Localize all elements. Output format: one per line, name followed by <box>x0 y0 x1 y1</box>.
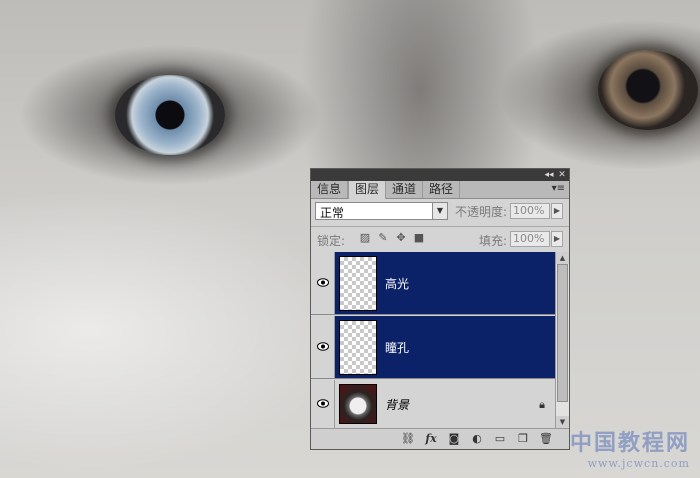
eye-icon[interactable] <box>317 399 329 408</box>
lock-brush-icon[interactable]: ✎ <box>377 232 389 244</box>
chevron-down-icon[interactable]: ▼ <box>432 203 447 219</box>
watermark: 中国教程网 www.jcwcn.com <box>570 425 690 470</box>
lock-label: 锁定: <box>317 234 346 248</box>
trash-icon[interactable]: 🗑︎ <box>539 432 553 446</box>
layer-list: 高光 瞳孔 背景 🔒︎ <box>311 252 569 428</box>
collapse-icon[interactable]: ◂◂ <box>543 169 555 181</box>
adjustment-icon[interactable]: ◐ <box>470 432 484 446</box>
lock-options: ▨ ✎ ✥ ■ <box>359 232 425 244</box>
left-eye <box>115 75 225 155</box>
right-eye <box>598 50 698 130</box>
link-icon[interactable]: ⛓︎ <box>401 432 415 446</box>
scroll-down-icon[interactable]: ▼ <box>556 416 569 428</box>
tab-channels[interactable]: 通道 <box>386 181 424 198</box>
layer-list-scrollbar[interactable]: ▲ ▼ <box>555 252 569 428</box>
panel-titlebar[interactable]: ◂◂ ✕ <box>311 169 569 181</box>
layer-row-pupil[interactable]: 瞳孔 <box>311 316 555 379</box>
lock-all-icon[interactable]: ■ <box>413 232 425 244</box>
layer-thumbnail <box>339 384 377 424</box>
fill-label: 填充: <box>479 234 508 248</box>
layer-name[interactable]: 高光 <box>385 275 409 292</box>
scroll-thumb[interactable] <box>557 264 568 402</box>
mask-icon[interactable]: ◙ <box>447 432 461 446</box>
tab-layers[interactable]: 图层 <box>348 181 387 199</box>
panel-menu-icon[interactable]: ▾≡ <box>552 183 565 194</box>
lock-transparency-icon[interactable]: ▨ <box>359 232 371 244</box>
panel-bottom-toolbar: ⛓︎ fx ◙ ◐ ▭ ❐ 🗑︎ <box>311 428 569 449</box>
eye-icon[interactable] <box>317 342 329 351</box>
opacity-slider-arrow-icon[interactable]: ▶ <box>551 203 563 219</box>
watermark-text: 中国教程网 <box>569 430 690 456</box>
scroll-up-icon[interactable]: ▲ <box>556 252 569 264</box>
lock-move-icon[interactable]: ✥ <box>395 232 407 244</box>
panel-tabs: 信息 图层 通道 路径 ▾≡ <box>311 181 569 199</box>
layer-thumbnail <box>339 320 377 375</box>
visibility-toggle[interactable] <box>311 316 335 378</box>
opacity-input[interactable]: 100% <box>510 203 550 219</box>
layer-row-background[interactable]: 背景 🔒︎ <box>311 380 555 428</box>
opacity-label: 不透明度: <box>455 205 508 219</box>
new-layer-icon[interactable]: ❐ <box>516 432 530 446</box>
layer-name[interactable]: 背景 <box>385 396 409 413</box>
fill-input[interactable]: 100% <box>510 231 550 247</box>
layer-row-highlight[interactable]: 高光 <box>311 252 555 315</box>
tab-info[interactable]: 信息 <box>311 181 349 198</box>
lock-icon: 🔒︎ <box>539 398 545 411</box>
visibility-toggle[interactable] <box>311 252 335 314</box>
divider <box>311 226 569 227</box>
fill-slider-arrow-icon[interactable]: ▶ <box>551 231 563 247</box>
blend-mode-value: 正常 <box>320 206 345 220</box>
folder-icon[interactable]: ▭ <box>493 432 507 446</box>
layer-name[interactable]: 瞳孔 <box>385 339 409 356</box>
layers-panel: ◂◂ ✕ 信息 图层 通道 路径 ▾≡ 正常 ▼ 不透明度: 100% ▶ 锁定… <box>310 168 570 450</box>
eye-icon[interactable] <box>317 278 329 287</box>
close-icon[interactable]: ✕ <box>556 169 568 181</box>
watermark-url: www.jcwcn.com <box>587 457 690 470</box>
visibility-toggle[interactable] <box>311 380 335 428</box>
tab-paths[interactable]: 路径 <box>423 181 461 198</box>
fx-icon[interactable]: fx <box>424 432 438 446</box>
layer-thumbnail <box>339 256 377 311</box>
blend-mode-select[interactable]: 正常 ▼ <box>315 202 448 220</box>
